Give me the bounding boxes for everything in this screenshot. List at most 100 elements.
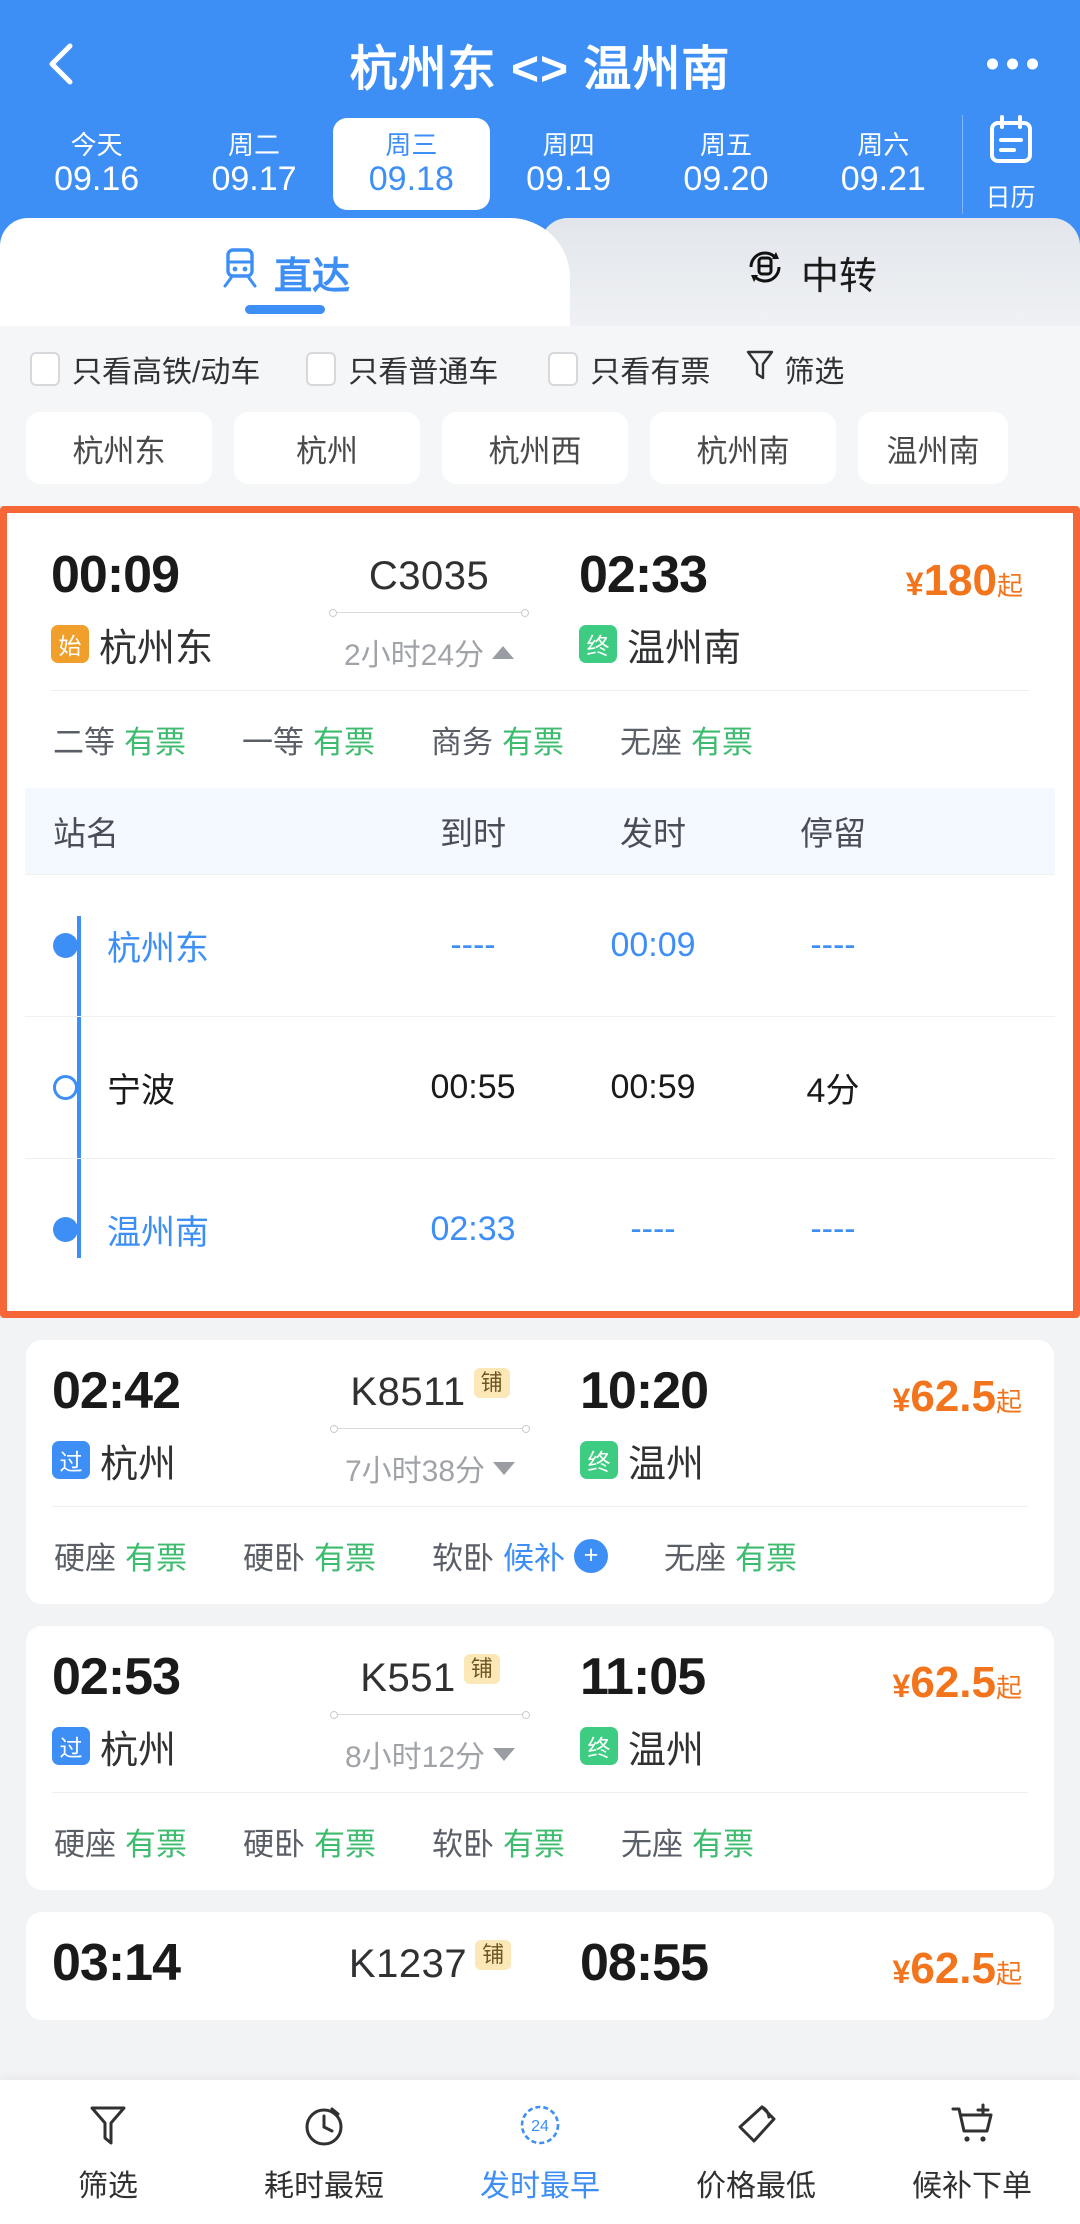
train-number-line: K1237 铺 [349,1936,512,1992]
train-middle-block[interactable]: K551 铺 8小时12分 [280,1650,580,1776]
funnel-icon [746,348,774,390]
price-value: ¥62.5起 [893,1658,1022,1707]
station-type-badge-end: 终 [580,1441,618,1480]
departure-station-line: 始 杭州东 [51,617,279,672]
seat-item-3[interactable]: 无座 有票 [620,717,753,762]
seat-item-3[interactable]: 无座 有票 [621,1819,754,1864]
nav-earliest-departure[interactable]: 24 发时最早 [432,2099,648,2205]
tab-direct-label: 直达 [273,255,350,298]
seat-item-0[interactable]: 硬座 有票 [54,1533,187,1578]
seat-item-0[interactable]: 二等 有票 [53,717,186,762]
station-chip-1[interactable]: 杭州 [234,412,420,484]
train-card[interactable]: 02:53 过 杭州 K551 铺 8小时12分 11:05 终 温州 ¥62.… [26,1626,1054,1890]
route-line-graphic [330,1422,530,1436]
clock-24-icon: 24 [516,2099,564,2151]
station-chip-2[interactable]: 杭州西 [442,412,628,484]
date-item-0[interactable]: 今天 09.16 [18,118,175,210]
checkbox-regular-train[interactable]: 只看普通车 [306,347,498,391]
currency-symbol: ¥ [905,566,924,602]
seat-status: 有票 [735,1541,797,1576]
filter-button[interactable]: 筛选 [746,347,844,391]
chevron-down-icon[interactable] [493,1747,516,1761]
more-options-icon[interactable] [987,58,1038,70]
price-suffix: 起 [995,1959,1022,1989]
arrival-block: 02:33 终 温州南 [579,548,807,672]
train-summary-row[interactable]: 00:09 始 杭州东 C3035 2小时24分 02:33 终 温州南 ¥18… [25,524,1055,680]
chevron-up-icon[interactable] [492,645,515,659]
funnel-icon [87,2099,129,2151]
checkbox-box[interactable] [30,352,60,386]
date-item-5[interactable]: 周六 09.21 [805,118,962,210]
nav-waitlist-order[interactable]: 候补下单 [864,2099,1080,2205]
date-weekday: 周三 [385,130,438,160]
nav-lowest-price[interactable]: 价格最低 [648,2099,864,2205]
departure-time: 03:14 [52,1934,181,1992]
tab-direct[interactable]: 直达 [0,218,570,326]
schedule-station-name: 杭州东 [107,930,209,968]
duration-toggle[interactable]: 8小时12分 [345,1732,516,1776]
station-chip-3[interactable]: 杭州南 [650,412,836,484]
tab-transfer[interactable]: 中转 [540,218,1080,326]
seat-item-3[interactable]: 无座 有票 [664,1533,797,1578]
date-weekday: 周六 [857,130,910,160]
nav-shortest-duration[interactable]: 耗时最短 [216,2099,432,2205]
date-selector: 今天 09.16 周二 09.17 周三 09.18 周四 09.19 周五 0… [0,110,1080,218]
schedule-arrive: 02:33 [430,1210,516,1248]
transfer-train-icon [743,245,787,299]
station-chip-0[interactable]: 杭州东 [26,412,212,484]
train-icon [220,245,260,299]
seat-status: 候补 [503,1541,565,1576]
train-card[interactable]: 02:42 过 杭州 K8511 铺 7小时38分 10:20 终 温州 ¥62… [26,1340,1054,1604]
schedule-station-name: 温州南 [107,1214,209,1252]
app-header: 杭州东 <> 温州南 今天 09.16 周二 09.17 周三 09.18 周四 [0,0,1080,218]
nav-filter[interactable]: 筛选 [0,2099,216,2205]
bottom-toolbar: 筛选 耗时最短 24 发时最早 价格最低 候补下单 [0,2080,1080,2224]
seat-item-2[interactable]: 软卧 候补 + [432,1533,608,1578]
currency-symbol: ¥ [892,1382,911,1418]
date-item-3[interactable]: 周四 09.19 [490,118,647,210]
seat-availability-row: 硬座 有票 硬卧 有票 软卧 候补 + 无座 有票 [26,1507,1054,1604]
chevron-down-icon[interactable] [493,1461,516,1475]
train-middle-block[interactable]: K8511 铺 7小时38分 [280,1364,580,1490]
train-summary-row[interactable]: 02:42 过 杭州 K8511 铺 7小时38分 10:20 终 温州 ¥62… [26,1340,1054,1496]
date-item-1[interactable]: 周二 09.17 [175,118,332,210]
seat-item-1[interactable]: 一等 有票 [242,717,375,762]
seat-item-0[interactable]: 硬座 有票 [54,1819,187,1864]
date-item-2-selected[interactable]: 周三 09.18 [332,118,490,210]
back-icon[interactable] [40,38,84,90]
arrival-station-name: 温州南 [627,627,742,670]
column-header-depart: 发时 [620,815,686,852]
train-card-partial[interactable]: 03:14 K1237 铺 08:55 ¥62.5起 [26,1912,1054,2020]
seat-item-2[interactable]: 软卧 有票 [432,1819,565,1864]
seat-type: 无座 [620,725,682,760]
schedule-station-name: 宁波 [107,1072,175,1110]
add-waitlist-icon[interactable]: + [574,1538,608,1573]
duration-toggle[interactable]: 2小时24分 [344,630,515,674]
station-chip-4[interactable]: 温州南 [858,412,1008,484]
departure-station-name: 杭州东 [99,627,214,670]
train-summary-row[interactable]: 02:53 过 杭州 K551 铺 8小时12分 11:05 终 温州 ¥62.… [26,1626,1054,1782]
train-middle-block[interactable]: K1237 铺 [280,1936,580,1992]
schedule-stay: 4分 [806,1072,860,1110]
checkbox-box[interactable] [548,352,579,386]
train-card-selected[interactable]: 00:09 始 杭州东 C3035 2小时24分 02:33 终 温州南 ¥18… [0,506,1080,1318]
route-line-graphic [330,1708,530,1722]
checkbox-high-speed[interactable]: 只看高铁/动车 [30,347,260,391]
calendar-button[interactable]: 日历 [962,114,1058,214]
checkbox-has-ticket[interactable]: 只看有票 [548,347,710,391]
seat-item-2[interactable]: 商务 有票 [431,717,564,762]
date-list: 今天 09.16 周二 09.17 周三 09.18 周四 09.19 周五 0… [18,118,962,210]
schedule-depart: 00:59 [610,1068,696,1106]
schedule-row-2: 温州南 02:33 ---- ---- [25,1158,1055,1300]
arrival-time: 10:20 [580,1362,709,1420]
train-middle-block[interactable]: C3035 2小时24分 [279,548,579,674]
seat-item-1[interactable]: 硬卧 有票 [243,1533,376,1578]
seat-status: 有票 [503,1827,565,1862]
date-value: 09.20 [683,160,769,198]
duration-toggle[interactable]: 7小时38分 [345,1446,516,1490]
date-item-4[interactable]: 周五 09.20 [647,118,804,210]
train-list[interactable]: 00:09 始 杭州东 C3035 2小时24分 02:33 终 温州南 ¥18… [0,506,1080,2224]
seat-item-1[interactable]: 硬卧 有票 [243,1819,376,1864]
checkbox-box[interactable] [306,352,337,386]
train-summary-row[interactable]: 03:14 K1237 铺 08:55 ¥62.5起 [26,1912,1054,2000]
